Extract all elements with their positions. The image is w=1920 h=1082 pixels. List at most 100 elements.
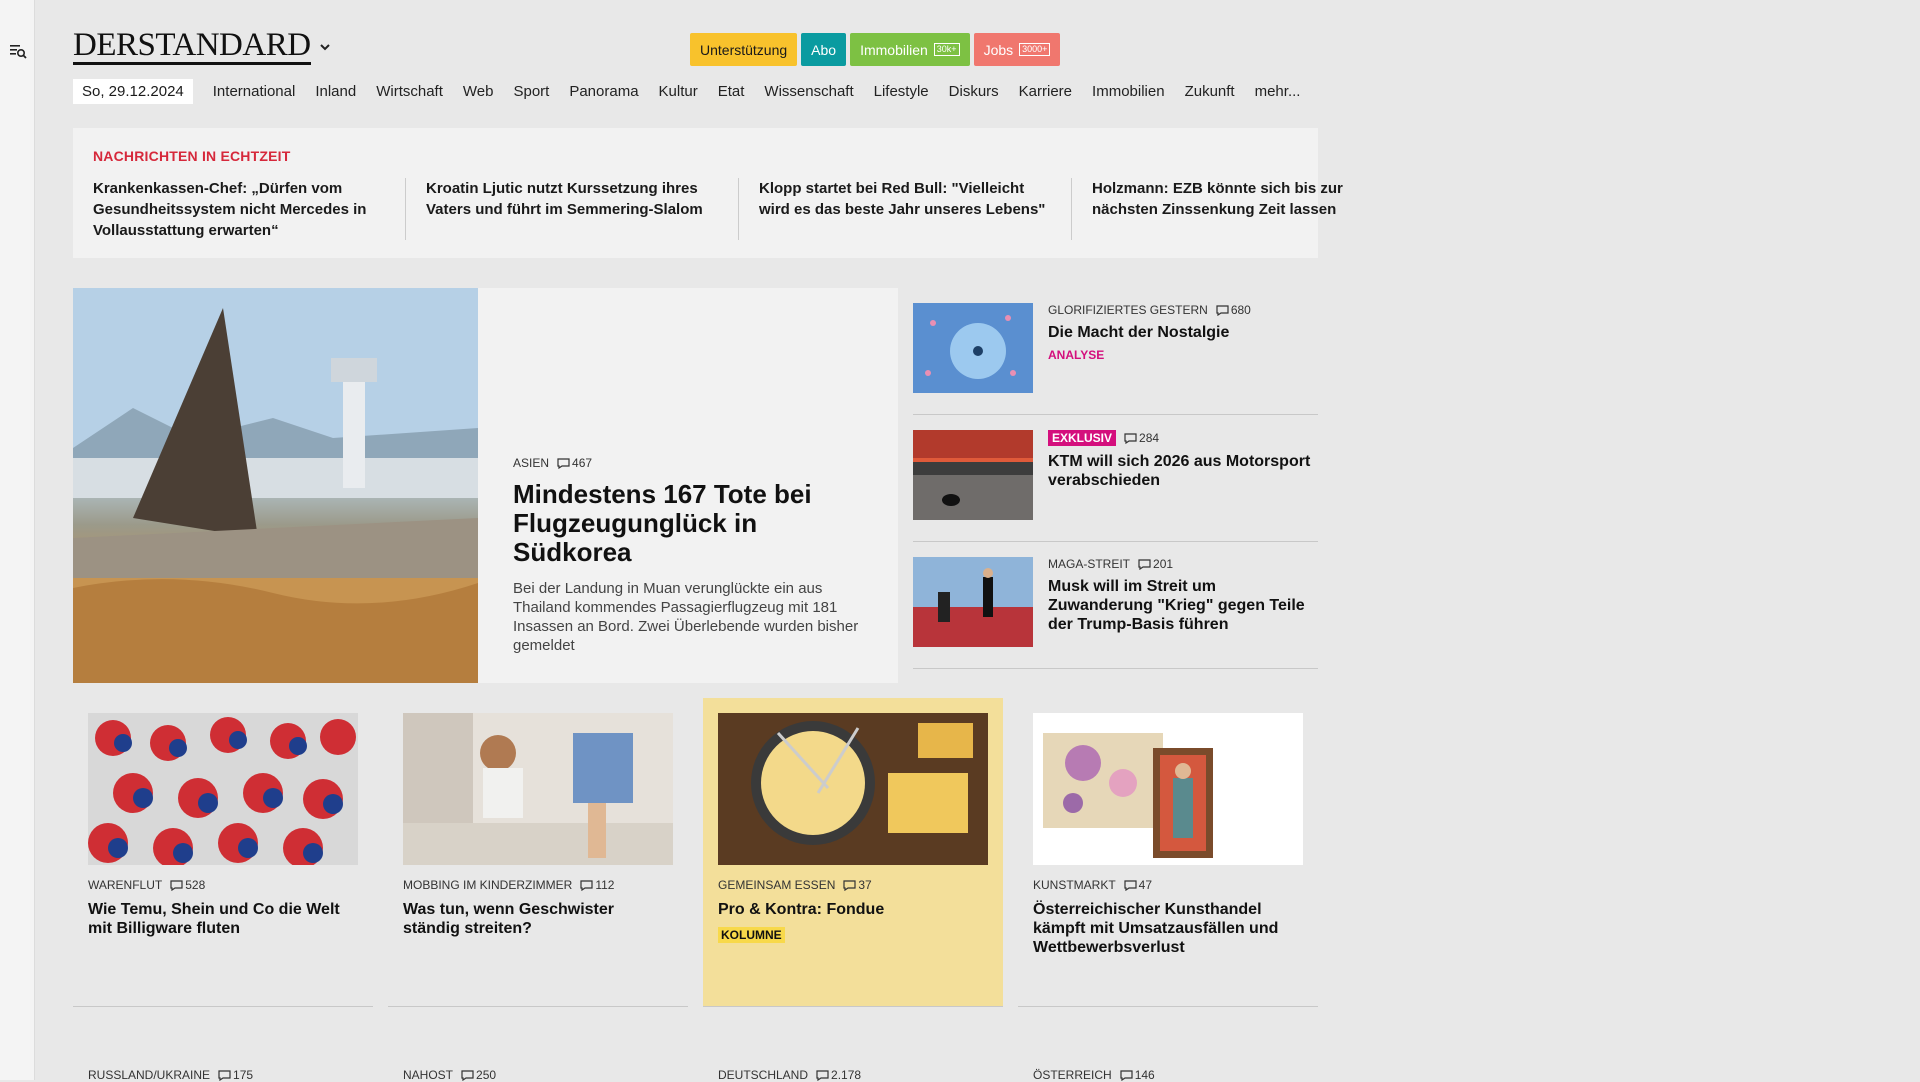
comment-number: 201: [1153, 557, 1174, 571]
nav-item-zukunft[interactable]: Zukunft: [1185, 83, 1235, 100]
comment-icon: [1120, 1069, 1133, 1081]
lead-image-plane-crash: [73, 288, 478, 683]
jobs-label: Jobs: [983, 41, 1014, 58]
support-label: Unterstützung: [700, 41, 788, 58]
card-category: GEMEINSAM ESSEN: [718, 878, 836, 892]
side-headline[interactable]: KTM will sich 2026 aus Motorsport verabs…: [1048, 452, 1313, 490]
column-label: KOLUMNE: [718, 927, 785, 943]
comment-number: 37: [858, 878, 872, 892]
chevron-down-icon[interactable]: [318, 40, 332, 54]
comment-icon: [1124, 432, 1137, 444]
lead-story[interactable]: ASIEN 467 Mindestens 167 Tote bei Flug­z…: [73, 288, 898, 683]
side-category: GLORIFIZIERTES GESTERN: [1048, 303, 1208, 317]
abo-button[interactable]: Abo: [801, 33, 847, 66]
comment-count[interactable]: 47: [1124, 878, 1152, 892]
ticker-item[interactable]: Krankenkassen-Chef: „Dürfen vom Gesundhe…: [93, 178, 406, 240]
comment-icon: [1124, 879, 1137, 891]
card-category: KUNSTMARKT: [1033, 878, 1116, 892]
comment-number: 47: [1138, 878, 1153, 892]
side-stories: GLORIFIZIERTES GESTERN 680 Die Macht der…: [913, 288, 1318, 669]
lead-category: ASIEN: [513, 456, 550, 470]
nav-item-panorama[interactable]: Panorama: [569, 83, 638, 100]
nav-item-inland[interactable]: Inland: [315, 83, 356, 100]
card-kicker: GEMEINSAM ESSEN 37: [718, 878, 988, 892]
nav-item-sport[interactable]: Sport: [513, 83, 549, 100]
analysis-label: ANALYSE: [1048, 348, 1105, 362]
comment-count[interactable]: 528: [170, 878, 205, 892]
card-category: WARENFLUT: [88, 878, 163, 892]
card-kicker: MOBBING IM KINDERZIMMER 112: [403, 878, 673, 892]
comment-count[interactable]: 201: [1138, 557, 1173, 571]
comment-icon: [218, 1069, 231, 1081]
comment-icon: [843, 879, 856, 891]
card-headline[interactable]: Pro & Kontra: Fondue: [718, 900, 988, 919]
card-kicker: KUNSTMARKT 47: [1033, 878, 1303, 892]
thumbnail-motorsport: [913, 430, 1033, 520]
nav-item-immobilien[interactable]: Immobilien: [1092, 83, 1165, 100]
comment-count[interactable]: 680: [1216, 303, 1251, 317]
jobs-badge: 3000+: [1019, 43, 1051, 56]
card-headline[interactable]: Was tun, wenn Geschwister ständig streit…: [403, 900, 673, 938]
side-kicker: MAGA-STREIT 201: [1048, 557, 1313, 571]
side-category: MAGA-STREIT: [1048, 557, 1131, 571]
immobilien-badge: 30k+: [933, 43, 960, 56]
card-headline[interactable]: Wie Temu, Shein und Co die Welt mit Bill…: [88, 900, 358, 938]
story-card[interactable]: KUNSTMARKT 47 Österreichischer Kunsthand…: [1018, 698, 1318, 1007]
nav-item-wissenschaft[interactable]: Wissenschaft: [764, 83, 853, 100]
nav-item-kultur[interactable]: Kultur: [659, 83, 698, 100]
comment-count[interactable]: 467: [557, 456, 592, 470]
nav-item-more[interactable]: mehr...: [1255, 83, 1301, 100]
comment-number: 284: [1139, 431, 1160, 445]
image-beach-balls: [88, 713, 358, 865]
comment-count[interactable]: 112: [580, 878, 614, 892]
exclusive-tag: EXKLUSIV: [1048, 430, 1117, 446]
nav-item-karriere[interactable]: Karriere: [1019, 83, 1072, 100]
main-nav: So, 29.12.2024 International Inland Wirt…: [73, 78, 1310, 105]
side-kicker: GLORIFIZIERTES GESTERN 680: [1048, 303, 1313, 317]
jobs-button[interactable]: Jobs 3000+: [973, 33, 1061, 66]
comment-icon: [1216, 304, 1229, 316]
support-button[interactable]: Unterstützung: [690, 33, 798, 66]
card-headline[interactable]: Österreichischer Kunsthandel kämpft mit …: [1033, 900, 1303, 957]
image-klimt-paintings: [1033, 713, 1303, 865]
comment-count[interactable]: 284: [1124, 431, 1159, 445]
site-logo[interactable]: DERSTANDARD: [73, 29, 311, 65]
left-rail: [0, 0, 35, 1080]
ticker-item[interactable]: Klopp startet bei Red Bull: "Vielleicht …: [759, 178, 1072, 240]
comment-icon: [461, 1069, 474, 1081]
side-story[interactable]: EXKLUSIV 284 KTM will sich 2026 aus Moto…: [913, 415, 1318, 542]
story-card[interactable]: WARENFLUT 528 Wie Temu, Shein und Co die…: [73, 698, 373, 1007]
lead-teaser: Bei der Landung in Muan verunglückte ein…: [513, 580, 859, 654]
side-headline[interactable]: Musk will im Streit um Zuwanderung "Krie…: [1048, 577, 1313, 634]
immobilien-button[interactable]: Immobilien 30k+: [850, 33, 970, 66]
promo-buttons: Unterstützung Abo Immobilien 30k+ Jobs 3…: [690, 33, 1061, 66]
comment-number: 467: [572, 456, 593, 470]
current-date: So, 29.12.2024: [73, 79, 193, 104]
live-ticker: NACHRICHTEN IN ECHTZEIT Krankenkassen-Ch…: [73, 128, 1343, 258]
lead-headline[interactable]: Mindestens 167 Tote bei Flug­zeugunglück…: [513, 480, 873, 567]
lead-kicker: ASIEN 467: [513, 456, 873, 470]
side-headline[interactable]: Die Macht der Nostalgie: [1048, 323, 1313, 342]
abo-label: Abo: [811, 41, 837, 58]
comment-number: 528: [185, 878, 206, 892]
story-card-highlight[interactable]: GEMEINSAM ESSEN 37 Pro & Kontra: Fondue …: [703, 698, 1003, 1007]
comment-count[interactable]: 37: [843, 878, 872, 892]
nav-item-diskurs[interactable]: Diskurs: [949, 83, 999, 100]
nav-item-web[interactable]: Web: [463, 83, 494, 100]
nav-item-wirtschaft[interactable]: Wirtschaft: [376, 83, 443, 100]
comment-icon: [1138, 558, 1151, 570]
nav-item-lifestyle[interactable]: Lifestyle: [874, 83, 929, 100]
menu-search-icon[interactable]: [9, 42, 27, 60]
story-card[interactable]: MOBBING IM KINDERZIMMER 112 Was tun, wen…: [388, 698, 688, 1007]
nav-item-etat[interactable]: Etat: [718, 83, 745, 100]
side-kicker: EXKLUSIV 284: [1048, 430, 1313, 446]
ticker-item[interactable]: Kroatin Ljutic nutzt Kurssetzung ihres V…: [426, 178, 739, 240]
comment-icon: [816, 1069, 829, 1081]
side-story[interactable]: MAGA-STREIT 201 Musk will im Streit um Z…: [913, 542, 1318, 669]
side-story[interactable]: GLORIFIZIERTES GESTERN 680 Die Macht der…: [913, 288, 1318, 415]
image-siblings: [403, 713, 673, 865]
comment-icon: [557, 457, 570, 469]
nav-item-international[interactable]: International: [213, 83, 296, 100]
ticker-item[interactable]: Holzmann: EZB könnte sich bis zur nächst…: [1092, 178, 1404, 240]
thumbnail-nostalgia: [913, 303, 1033, 393]
